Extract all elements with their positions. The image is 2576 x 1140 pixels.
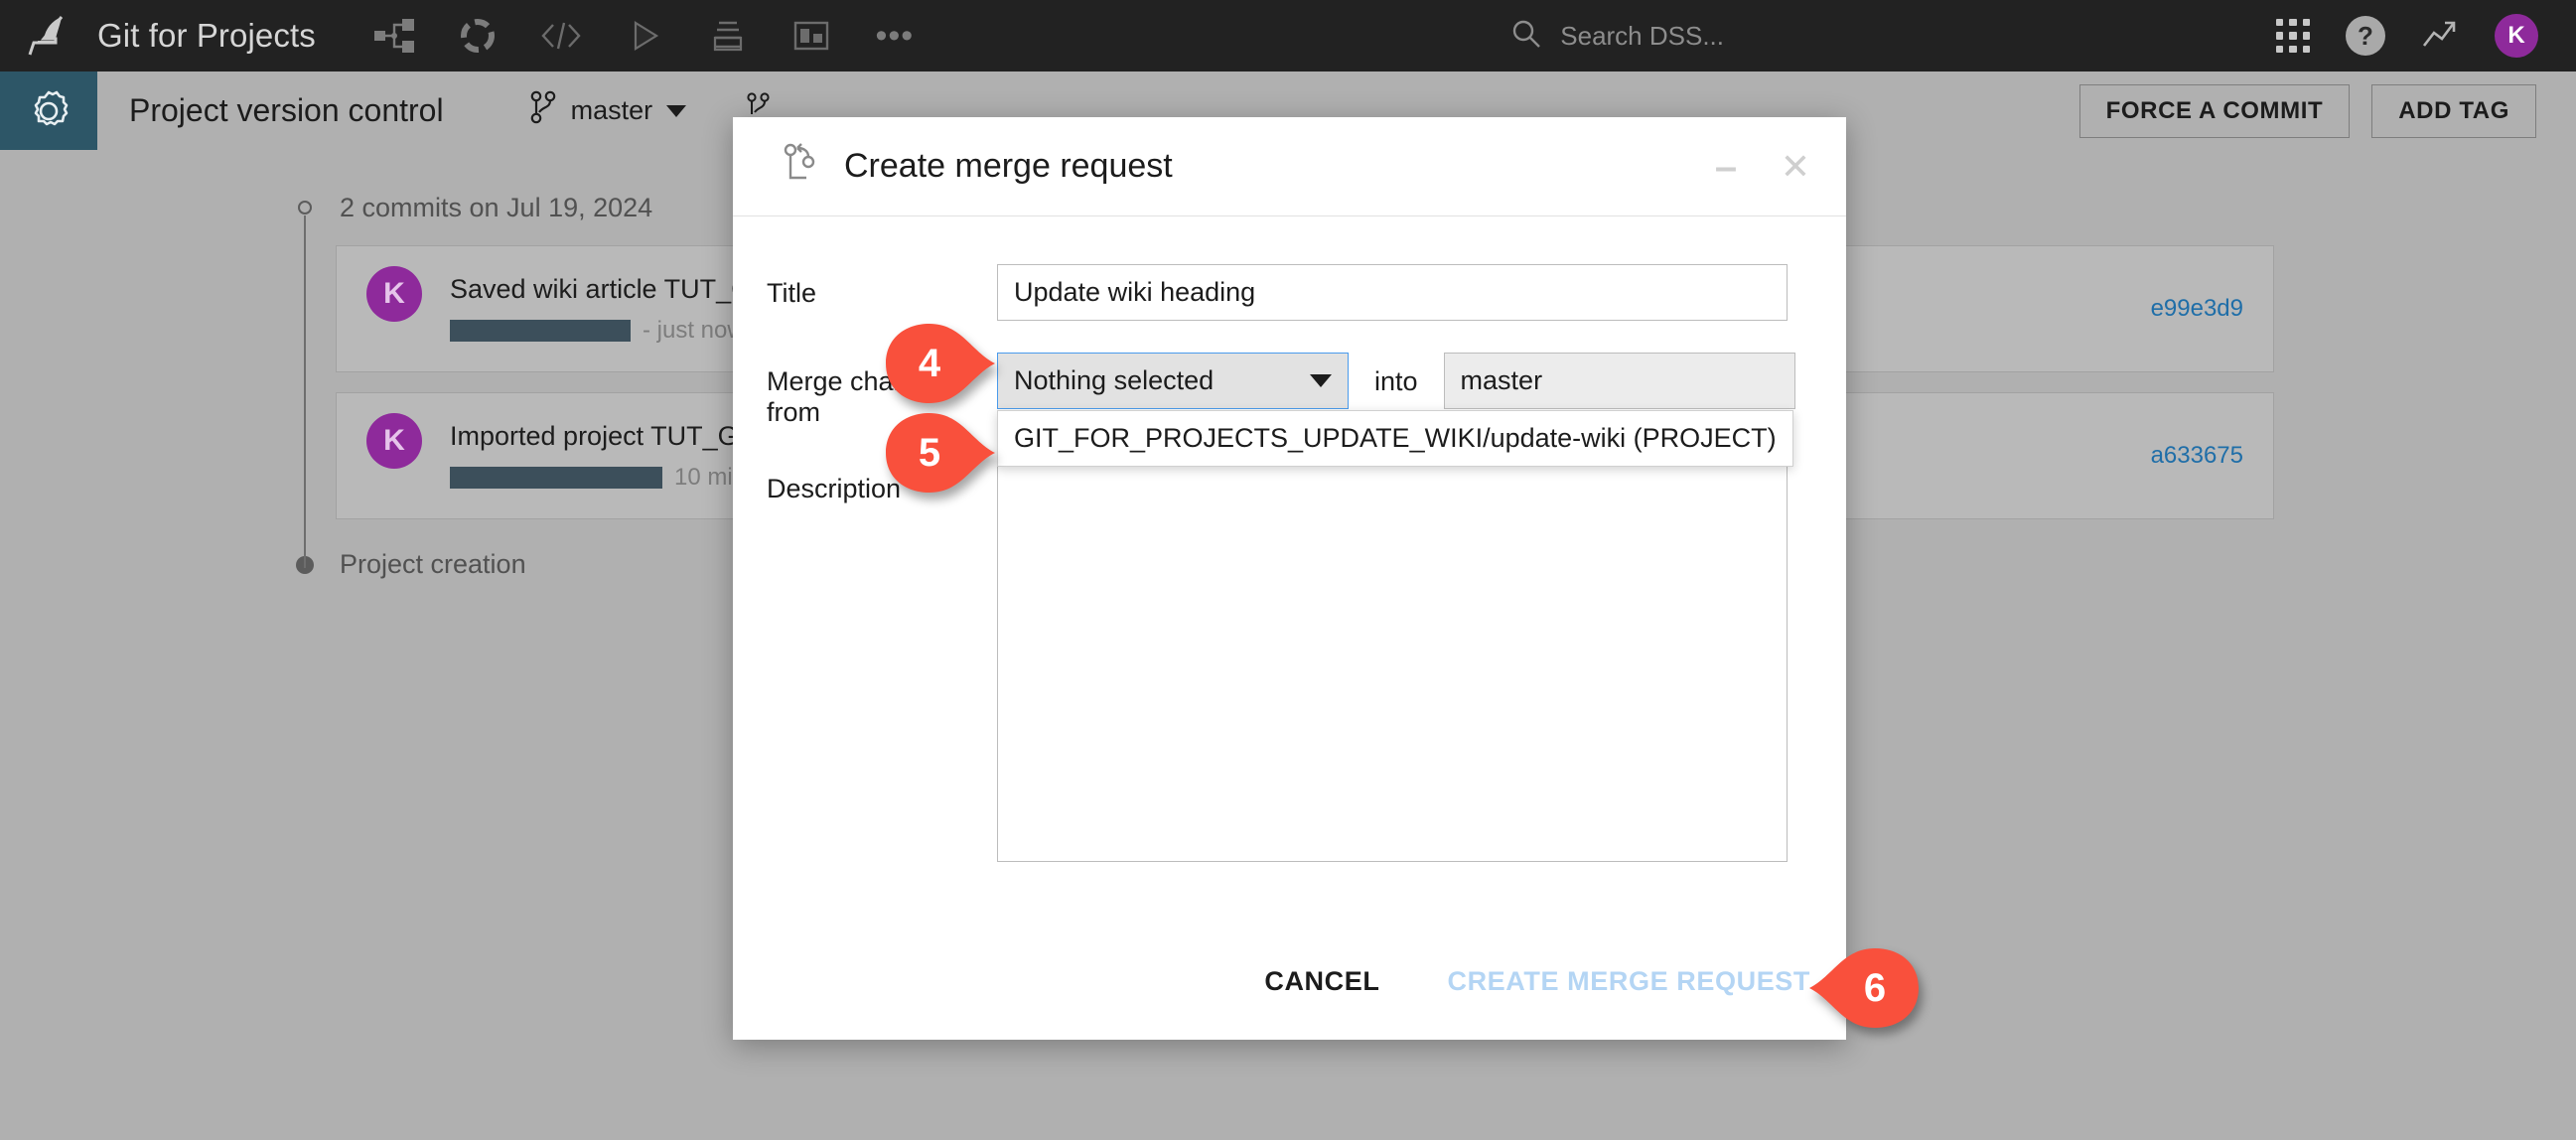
flow-icon[interactable]	[373, 15, 415, 57]
dialog-header: Create merge request – ✕	[733, 117, 1846, 216]
avatar[interactable]: K	[2495, 14, 2538, 58]
gear-icon[interactable]	[0, 71, 97, 150]
step-marker-5: 5	[884, 407, 995, 499]
code-icon[interactable]	[540, 15, 582, 57]
force-commit-button[interactable]: FORCE A COMMIT	[2078, 83, 2351, 138]
create-merge-request-dialog: Create merge request – ✕ Title Merge cha…	[733, 117, 1846, 1040]
timeline-rail	[304, 215, 306, 568]
commit-group-label: 2 commits on Jul 19, 2024	[340, 192, 653, 222]
avatar: K	[366, 413, 422, 469]
run-icon[interactable]	[624, 15, 665, 57]
step-marker-4: 4	[884, 318, 995, 409]
description-textarea[interactable]	[997, 460, 1788, 862]
dropdown-option-branch[interactable]: GIT_FOR_PROJECTS_UPDATE_WIKI/update-wiki…	[998, 411, 1792, 466]
page-title: Project version control	[129, 92, 444, 128]
commit-hash-link[interactable]: e99e3d9	[2151, 295, 2243, 323]
branch-icon	[529, 90, 557, 131]
merge-from-select[interactable]: Nothing selected	[997, 353, 1349, 409]
dialog-footer: CANCEL CREATE MERGE REQUEST	[733, 923, 1846, 1040]
project-creation-label: Project creation	[340, 549, 526, 579]
toolbar-actions: FORCE A COMMIT ADD TAG	[2078, 83, 2576, 138]
merge-from-selected-value: Nothing selected	[1014, 365, 1215, 395]
top-nav-icon-group: •••	[373, 15, 916, 57]
chevron-down-icon	[1310, 374, 1332, 387]
timeline-ring-icon	[298, 201, 312, 214]
merge-from-dropdown-menu: GIT_FOR_PROJECTS_UPDATE_WIKI/update-wiki…	[997, 410, 1793, 467]
search-icon	[1510, 18, 1542, 55]
branch-name: master	[570, 95, 653, 125]
cancel-button[interactable]: CANCEL	[1258, 965, 1385, 998]
recipe-circle-icon[interactable]	[457, 15, 499, 57]
merge-from-select-wrapper: Nothing selected GIT_FOR_PROJECTS_UPDATE…	[997, 353, 1793, 467]
apps-grid-icon[interactable]	[2276, 19, 2310, 53]
dataiku-logo-icon[interactable]	[0, 0, 97, 71]
search-input[interactable]: Search DSS...	[1510, 18, 1724, 55]
dashboard-icon[interactable]	[790, 15, 832, 57]
marker-teardrop-shape	[886, 324, 995, 403]
help-icon[interactable]: ?	[2346, 16, 2385, 56]
title-input[interactable]	[997, 264, 1788, 321]
chevron-down-icon	[666, 104, 687, 117]
commit-hash-link[interactable]: a633675	[2151, 442, 2243, 470]
trending-up-icon[interactable]	[2421, 17, 2459, 56]
step-marker-6: 6	[1809, 942, 1921, 1034]
lab-icon[interactable]	[707, 15, 749, 57]
title-row: Title	[767, 264, 1812, 321]
description-row: Description	[767, 460, 1812, 862]
close-icon[interactable]: ✕	[1779, 148, 1812, 185]
into-input[interactable]	[1443, 353, 1795, 409]
commit-time: - just now	[643, 316, 745, 344]
into-label: into	[1374, 366, 1418, 396]
create-merge-request-button[interactable]: CREATE MERGE REQUEST	[1441, 965, 1816, 998]
title-label: Title	[767, 278, 817, 308]
top-bar-right-group: Search DSS... ? K	[1510, 14, 2576, 58]
redacted-author	[450, 319, 631, 342]
avatar: K	[366, 266, 422, 322]
marker-teardrop-shape	[886, 413, 995, 493]
add-tag-button[interactable]: ADD TAG	[2371, 83, 2536, 138]
more-ellipsis-icon[interactable]: •••	[874, 15, 916, 57]
marker-teardrop-shape	[1809, 948, 1919, 1028]
top-navigation-bar: Git for Projects ••• Search DSS... ? K	[0, 0, 2576, 71]
dialog-title: Create merge request	[844, 147, 1173, 185]
dialog-body: Title Merge changes from Nothing selecte…	[733, 216, 1846, 862]
search-placeholder: Search DSS...	[1560, 20, 1724, 51]
branch-selector[interactable]: master	[529, 90, 687, 131]
redacted-author	[450, 466, 662, 489]
minimize-icon[interactable]: –	[1709, 147, 1743, 187]
merge-request-branch-icon	[783, 142, 818, 191]
dialog-window-controls: – ✕	[1709, 147, 1812, 187]
app-title: Git for Projects	[97, 17, 316, 54]
